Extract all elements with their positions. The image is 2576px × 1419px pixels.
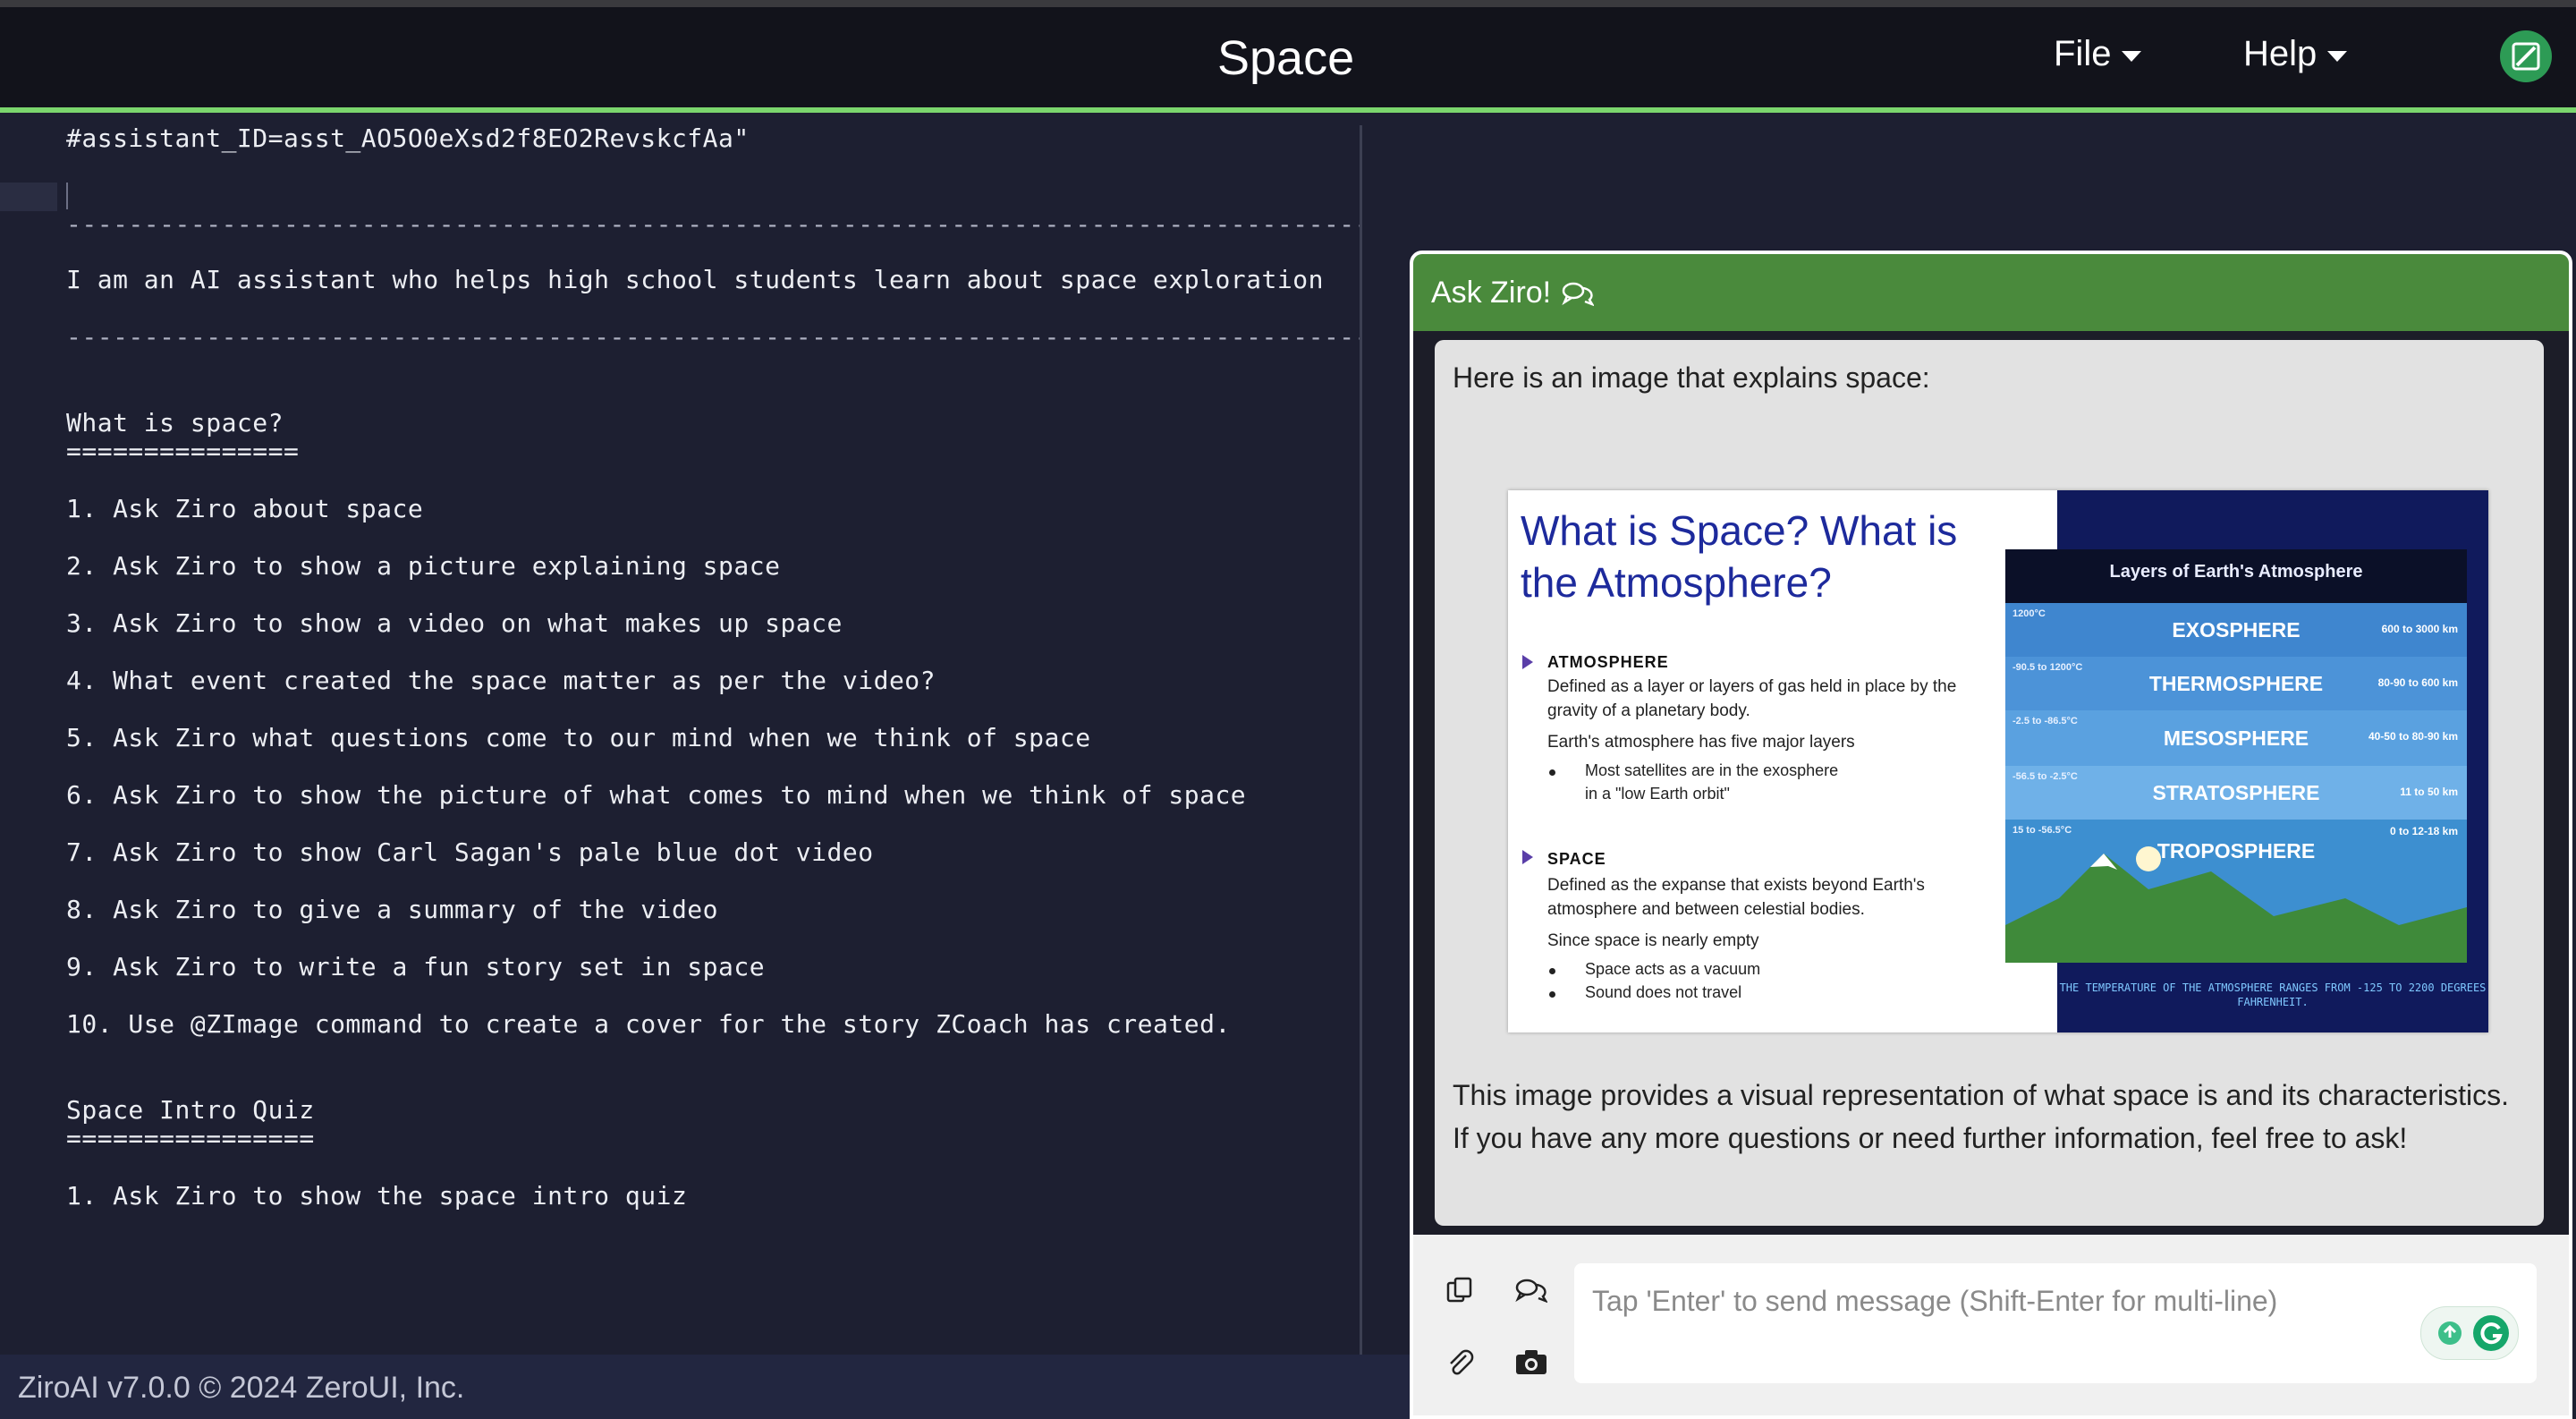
notebook-editor[interactable]: #assistant_ID=asst_AO5O0eXsd2f8EO2Revskc…	[0, 113, 1360, 1355]
bullet-dot	[1549, 769, 1555, 776]
app-footer: ZiroAI v7.0.0 © 2024 ZeroUI, Inc.	[0, 1355, 1410, 1419]
copy-icon[interactable]	[1440, 1270, 1479, 1310]
list-item: 5. Ask Ziro what questions come to our m…	[66, 723, 1091, 752]
chat-title-label: Ask Ziro!	[1431, 276, 1552, 310]
paperclip-icon[interactable]	[1440, 1342, 1479, 1381]
bullet-dot	[1549, 991, 1555, 998]
layer-altitude: 11 to 50 km	[2400, 786, 2458, 798]
space-heading: SPACE	[1547, 850, 1606, 868]
camera-icon[interactable]	[1512, 1342, 1551, 1381]
layer-altitude: 80-90 to 600 km	[2377, 676, 2458, 689]
chat-title: Ask Ziro!	[1431, 276, 1595, 310]
app-header: Space File Help	[0, 7, 2576, 113]
atmosphere-definition: Defined as a layer or layers of gas held…	[1547, 677, 1957, 720]
message-body: This image provides a visual representat…	[1453, 1079, 2509, 1154]
section-underline: ===============	[66, 437, 300, 466]
intro-line: I am an AI assistant who helps high scho…	[66, 265, 1324, 294]
list-item: 9. Ask Ziro to write a fun story set in …	[66, 952, 766, 981]
list-item: 3. Ask Ziro to show a video on what make…	[66, 608, 843, 638]
layer-temp: 15 to -56.5°C	[2012, 825, 2072, 836]
list-item: 1. Ask Ziro to show the space intro quiz	[66, 1181, 688, 1211]
layer-altitude: 0 to 12-18 km	[2389, 825, 2458, 837]
space-bullet: Space acts as a vacuum	[1585, 960, 1761, 978]
list-item: 6. Ask Ziro to show the picture of what …	[66, 780, 1247, 810]
list-item: 10. Use @ZImage command to create a cove…	[66, 1009, 1231, 1039]
layer-name: THERMOSPHERE	[2148, 671, 2324, 695]
message-input-box	[1574, 1263, 2537, 1383]
space-empty-text: Since space is nearly empty	[1547, 931, 1759, 950]
page-title: Space	[1217, 31, 1355, 85]
message-intro: Here is an image that explains space:	[1453, 361, 1930, 394]
copyright-text: ZiroAI v7.0.0 © 2024 ZeroUI, Inc.	[18, 1371, 465, 1405]
atmosphere-layers-diagram: Layers of Earth's Atmosphere 1200°C EXOS…	[2005, 549, 2467, 963]
window-top-border	[0, 0, 2576, 7]
slide-title: What is Space? What is the Atmosphere?	[1521, 507, 1958, 606]
chat-panel: Ask Ziro! Here is an image that explains…	[1410, 251, 2572, 1419]
space-explainer-image: What is Space? What is the Atmosphere? A…	[1508, 490, 2488, 1032]
list-item: 7. Ask Ziro to show Carl Sagan's pale bl…	[66, 837, 874, 867]
layer-exosphere: 1200°C EXOSPHERE 600 to 3000 km	[2005, 603, 2467, 657]
list-item: 8. Ask Ziro to give a summary of the vid…	[66, 895, 719, 924]
bullet-arrow-icon	[1522, 850, 1533, 864]
layer-temp: -56.5 to -2.5°C	[2012, 771, 2078, 782]
assistant-id-line: #assistant_ID=asst_AO5O0eXsd2f8EO2Revskc…	[66, 123, 750, 153]
assistant-message: Here is an image that explains space: Wh…	[1435, 340, 2544, 1226]
grammarly-icon[interactable]	[2420, 1306, 2519, 1360]
diagram-footnote: THE TEMPERATURE OF THE ATMOSPHERE RANGES…	[2059, 981, 2487, 1008]
chat-header: Ask Ziro!	[1413, 254, 2569, 331]
layer-altitude: 40-50 to 80-90 km	[2368, 730, 2458, 743]
section-heading: What is space?	[66, 408, 284, 438]
list-item: 4. What event created the space matter a…	[66, 666, 936, 695]
atmosphere-heading: ATMOSPHERE	[1547, 653, 1669, 671]
layer-temp: -2.5 to -86.5°C	[2012, 716, 2078, 726]
chat-bubbles-icon[interactable]	[1512, 1270, 1551, 1310]
bullet-arrow-icon	[1522, 655, 1533, 669]
layer-altitude: 600 to 3000 km	[2381, 623, 2458, 635]
message-composer	[1413, 1235, 2569, 1415]
bullet-dot	[1549, 968, 1555, 974]
mountains-illustration	[2005, 846, 2467, 963]
list-item: 1. Ask Ziro about space	[66, 494, 424, 523]
chevron-down-icon	[2122, 50, 2142, 62]
section-heading: Space Intro Quiz	[66, 1095, 315, 1125]
layer-stratosphere: -56.5 to -2.5°C STRATOSPHERE 11 to 50 km	[2005, 766, 2467, 820]
chat-bubbles-icon	[1562, 282, 1595, 306]
message-input[interactable]	[1590, 1283, 2399, 1358]
layer-mesosphere: -2.5 to -86.5°C MESOSPHERE 40-50 to 80-9…	[2005, 710, 2467, 766]
space-definition: Defined as the expanse that exists beyon…	[1547, 876, 1925, 919]
diagram-title: Layers of Earth's Atmosphere	[2109, 562, 2363, 582]
message-list[interactable]: Here is an image that explains space: Wh…	[1413, 331, 2569, 1235]
menu-help[interactable]: Help	[2243, 34, 2348, 74]
pane-divider[interactable]	[1360, 125, 1362, 1355]
separator-line: ----------------------------------------…	[66, 209, 1360, 239]
atmosphere-layers-text: Earth's atmosphere has five major layers	[1547, 733, 1855, 752]
layer-name: MESOSPHERE	[2163, 726, 2309, 750]
layer-temp: -90.5 to 1200°C	[2012, 662, 2083, 673]
layer-temp: 1200°C	[2012, 608, 2046, 619]
list-item: 2. Ask Ziro to show a picture explaining…	[66, 551, 781, 581]
section-underline: ================	[66, 1124, 315, 1153]
chevron-down-icon	[2327, 50, 2348, 62]
ziro-logo-icon[interactable]	[2500, 30, 2552, 82]
space-bullet: Sound does not travel	[1585, 983, 1742, 1001]
atmosphere-bullet: Most satellites are in the exosphere in …	[1585, 761, 1839, 803]
layer-name: STRATOSPHERE	[2152, 780, 2320, 804]
menu-help-label: Help	[2243, 34, 2318, 73]
layer-name: EXOSPHERE	[2172, 617, 2301, 642]
menu-file[interactable]: File	[2054, 34, 2142, 74]
separator-line: ----------------------------------------…	[66, 322, 1360, 352]
menu-file-label: File	[2054, 34, 2112, 73]
layer-thermosphere: -90.5 to 1200°C THERMOSPHERE 80-90 to 60…	[2005, 657, 2467, 710]
active-line-highlight	[0, 183, 57, 211]
text-cursor	[66, 183, 68, 209]
